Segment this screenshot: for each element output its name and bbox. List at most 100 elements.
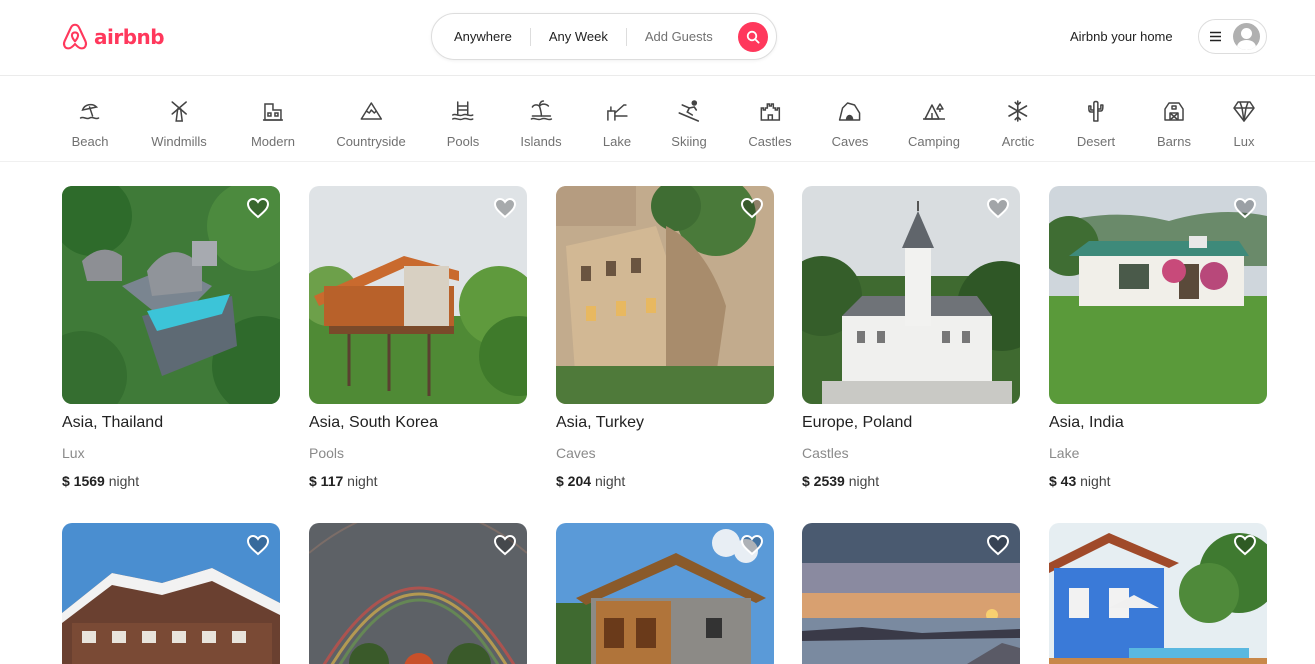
user-menu-button[interactable]	[1198, 19, 1267, 54]
category-lux[interactable]: Lux	[1232, 99, 1256, 149]
listing-price: $ 1569 night	[62, 472, 280, 490]
category-label: Castles	[748, 134, 792, 149]
listing-category: Lux	[62, 445, 85, 461]
listing-price: $ 204 night	[556, 472, 774, 490]
listing-card[interactable]	[1049, 523, 1267, 664]
airbnb-logo[interactable]: airbnb	[61, 22, 165, 52]
category-lake[interactable]: Lake	[603, 99, 631, 149]
diamond-icon	[1233, 101, 1255, 122]
category-label: Lake	[602, 134, 632, 149]
listing-location: Europe, Poland	[802, 414, 913, 431]
category-label: Camping	[907, 134, 961, 149]
price-amount: $ 2539	[802, 473, 845, 489]
category-camping[interactable]: Camping	[908, 99, 960, 149]
heart-icon[interactable]	[1233, 197, 1257, 219]
heart-icon[interactable]	[1233, 534, 1257, 556]
price-amount: $ 117	[309, 473, 344, 489]
cactus-icon	[1088, 100, 1104, 122]
listing-photo[interactable]	[62, 523, 280, 664]
listing-photo[interactable]	[309, 186, 527, 404]
listing-card[interactable]	[556, 523, 774, 664]
price-unit: night	[594, 473, 626, 489]
listing-photo[interactable]	[1049, 186, 1267, 404]
modern-house-icon	[262, 103, 283, 121]
listing-photo[interactable]	[802, 186, 1020, 404]
price-amount: $ 204	[556, 473, 592, 489]
windmill-icon	[171, 101, 187, 122]
price-unit: night	[1080, 473, 1111, 489]
category-label: Desert	[1076, 134, 1116, 149]
category-windmills[interactable]: Windmills	[151, 99, 207, 149]
listing-location: Asia, Thailand	[62, 414, 164, 431]
category-label: Lux	[1233, 134, 1255, 149]
category-pools[interactable]: Pools	[446, 99, 480, 149]
price-amount: $ 1569	[62, 473, 105, 489]
listing-card[interactable]: Asia, Turkey Caves $ 204 night	[556, 186, 774, 490]
listing-price: $ 43 night	[1049, 472, 1267, 490]
listing-card[interactable]	[309, 523, 527, 664]
category-modern[interactable]: Modern	[251, 99, 295, 149]
snowflake-icon	[1008, 100, 1028, 122]
search-button[interactable]	[738, 22, 768, 52]
price-unit: night	[848, 473, 880, 489]
price-amount: $ 43	[1049, 473, 1077, 489]
listing-card[interactable]: Asia, Thailand Lux $ 1569 night	[62, 186, 280, 490]
category-countryside[interactable]: Countryside	[336, 99, 406, 149]
airbnb-your-home-link[interactable]: Airbnb your home	[1070, 29, 1173, 44]
search-icon	[746, 30, 760, 44]
category-label: Caves	[831, 134, 869, 149]
category-beach[interactable]: Beach	[71, 99, 109, 149]
heart-icon[interactable]	[740, 197, 764, 219]
search-bar[interactable]: Anywhere Any Week Add Guests	[431, 13, 777, 60]
category-label: Beach	[71, 134, 109, 149]
skiing-icon	[678, 100, 699, 122]
listing-card[interactable]	[62, 523, 280, 664]
search-week[interactable]: Any Week	[531, 27, 627, 46]
listing-price: $ 117 night	[309, 472, 527, 490]
heart-icon[interactable]	[493, 534, 517, 556]
listing-card[interactable]: Asia, South Korea Pools $ 117 night	[309, 186, 527, 490]
listing-photo[interactable]	[62, 186, 280, 404]
category-arctic[interactable]: Arctic	[1001, 99, 1035, 149]
category-barns[interactable]: Barns	[1157, 99, 1191, 149]
search-location[interactable]: Anywhere	[432, 27, 531, 46]
category-label: Modern	[250, 134, 296, 149]
listing-category: Pools	[309, 445, 345, 461]
listing-card[interactable]: Europe, Poland Castles $ 2539 night	[802, 186, 1020, 490]
airbnb-logo-icon	[62, 23, 88, 50]
heart-icon[interactable]	[493, 197, 517, 219]
listing-photo[interactable]	[802, 523, 1020, 664]
category-label: Pools	[446, 134, 480, 149]
lake-icon	[607, 104, 628, 121]
category-desert[interactable]: Desert	[1077, 99, 1115, 149]
search-guests[interactable]: Add Guests	[627, 28, 723, 46]
cave-icon	[839, 102, 861, 121]
top-header: airbnb Anywhere Any Week Add Guests Airb…	[0, 0, 1315, 76]
category-label: Countryside	[336, 134, 406, 149]
heart-icon[interactable]	[986, 197, 1010, 219]
listing-card[interactable]: Asia, India Lake $ 43 night	[1049, 186, 1267, 490]
heart-icon[interactable]	[246, 534, 270, 556]
listing-photo[interactable]	[556, 523, 774, 664]
category-bar: Beach Windmills Modern Countryside Pools…	[0, 77, 1315, 162]
listing-card[interactable]	[802, 523, 1020, 664]
heart-icon[interactable]	[740, 534, 764, 556]
listing-photo[interactable]	[1049, 523, 1267, 664]
category-label: Arctic	[1001, 134, 1035, 149]
brand-name: airbnb	[94, 25, 165, 49]
listing-location: Asia, Turkey	[556, 414, 645, 431]
listing-photo[interactable]	[309, 523, 527, 664]
listing-photo[interactable]	[556, 186, 774, 404]
beach-icon	[80, 103, 100, 120]
category-castles[interactable]: Castles	[748, 99, 792, 149]
category-skiing[interactable]: Skiing	[671, 99, 707, 149]
listing-category: Lake	[1049, 445, 1080, 461]
category-islands[interactable]: Islands	[520, 99, 562, 149]
category-caves[interactable]: Caves	[831, 99, 869, 149]
island-icon	[530, 100, 552, 121]
barn-icon	[1164, 102, 1184, 121]
user-avatar-icon	[1233, 23, 1260, 50]
heart-icon[interactable]	[986, 534, 1010, 556]
listing-price: $ 2539 night	[802, 472, 1020, 490]
heart-icon[interactable]	[246, 197, 270, 219]
